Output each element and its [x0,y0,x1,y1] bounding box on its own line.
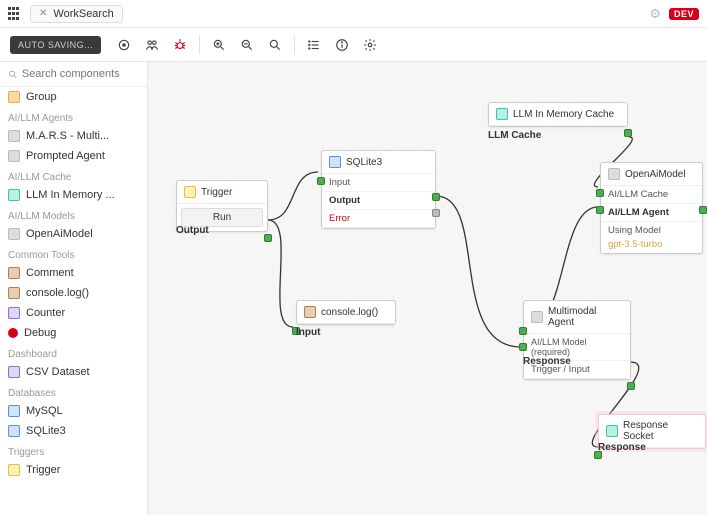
port-agent[interactable] [596,206,604,214]
node-multimodal[interactable]: Multimodal Agent AI/LLM Model (required)… [523,300,631,380]
close-icon[interactable]: ✕ [39,8,47,19]
console-icon [304,306,316,318]
sidebar-item[interactable]: Comment [0,263,147,283]
apps-icon[interactable] [8,7,22,21]
component-icon [8,425,20,437]
sidebar-group-header: Dashboard [0,343,147,362]
port-output[interactable] [432,193,440,201]
zoom-in-icon[interactable] [206,33,232,57]
port-output[interactable] [699,206,707,214]
sidebar-group-header: Common Tools [0,244,147,263]
sidebar-item[interactable]: Debug [0,323,147,343]
component-icon [8,130,20,142]
tab-worksearch[interactable]: ✕ WorkSearch [30,5,123,23]
component-icon [8,267,20,279]
socket-icon [606,425,618,437]
port-model[interactable] [519,327,527,335]
port-output[interactable] [264,234,272,242]
sidebar-item-label: Trigger [26,464,60,476]
component-icon [8,366,20,378]
sidebar-item[interactable]: Trigger [0,460,147,480]
sidebar-item[interactable]: CSV Dataset [0,362,147,382]
top-bar: ✕ WorkSearch ⚙ DEV [0,0,707,28]
dev-badge: DEV [669,8,699,20]
component-icon [8,150,20,162]
sidebar-item-label: Comment [26,267,74,279]
sidebar-item-label: Group [26,91,57,103]
canvas[interactable]: Trigger Run Output SQLite3 Input Output … [148,62,707,515]
sidebar-item[interactable]: LLM In Memory ... [0,185,147,205]
main: Group AI/LLM Agents M.A.R.S - Multi... Pro… [0,62,707,515]
sidebar-item-label: Prompted Agent [26,150,105,162]
sidebar-item[interactable]: OpenAiModel [0,224,147,244]
tab-label: WorkSearch [53,8,113,20]
node-resp-label: Response [523,356,571,367]
sidebar-item-label: OpenAiModel [26,228,93,240]
sidebar-item-label: LLM In Memory ... [26,189,115,201]
bug-icon[interactable] [167,33,193,57]
agent-icon [531,311,543,323]
sidebar-item-label: MySQL [26,405,63,417]
node-resp-label: Response [598,442,646,453]
sidebar-item[interactable]: Counter [0,303,147,323]
trigger-icon [184,186,196,198]
sidebar-item-label: Counter [26,307,65,319]
port-response[interactable] [627,382,635,390]
node-llm-cache[interactable]: LLM In Memory Cache [488,102,628,127]
component-icon [8,189,20,201]
zoom-out-icon[interactable] [234,33,260,57]
toolbar: AUTO SAVING... [0,28,707,62]
component-icon [8,328,18,338]
list-icon[interactable] [301,33,327,57]
node-sqlite[interactable]: SQLite3 Input Output Error [321,150,436,229]
port-input[interactable] [317,177,325,185]
search-icon [8,69,18,80]
sidebar-item-label: SQLite3 [26,425,66,437]
port-cache[interactable] [596,189,604,197]
component-icon [8,287,20,299]
search-row [0,62,147,87]
node-out-label: LLM Cache [488,130,541,141]
target-icon[interactable] [111,33,137,57]
sidebar: Group AI/LLM Agents M.A.R.S - Multi... Pro… [0,62,148,515]
node-out-label: Output [176,225,209,236]
component-icon [8,464,20,476]
port-trigger-input[interactable] [519,343,527,351]
component-icon [8,228,20,240]
sidebar-item[interactable]: MySQL [0,401,147,421]
people-icon[interactable] [139,33,165,57]
cache-icon [496,108,508,120]
autosave-status: AUTO SAVING... [10,36,101,54]
sidebar-item[interactable]: SQLite3 [0,421,147,441]
sidebar-item-group[interactable]: Group [0,87,147,107]
port-output[interactable] [624,129,632,137]
openai-icon [608,168,620,180]
group-icon [8,91,20,103]
sidebar-group-header: Triggers [0,441,147,460]
node-openai[interactable]: OpenAiModel AI/LLM Cache AI/LLM Agent Us… [600,162,703,254]
settings-icon[interactable] [357,33,383,57]
sidebar-group-header: AI/LLM Models [0,205,147,224]
port-error[interactable] [432,209,440,217]
info-icon[interactable] [329,33,355,57]
sidebar-item-label: CSV Dataset [26,366,90,378]
component-icon [8,405,20,417]
sidebar-group-header: AI/LLM Cache [0,166,147,185]
sidebar-group-header: Databases [0,382,147,401]
sidebar-item[interactable]: Prompted Agent [0,146,147,166]
node-console[interactable]: console.log() [296,300,396,325]
sidebar-item-label: M.A.R.S - Multi... [26,130,109,142]
gear-icon[interactable]: ⚙ [649,6,661,22]
sidebar-item[interactable]: M.A.R.S - Multi... [0,126,147,146]
node-in-label: Input [296,327,320,338]
sidebar-item-label: Debug [24,327,56,339]
sidebar-item-label: console.log() [26,287,89,299]
sqlite-icon [329,156,341,168]
sidebar-item[interactable]: console.log() [0,283,147,303]
sidebar-group-header: AI/LLM Agents [0,107,147,126]
search-input[interactable] [22,68,139,80]
component-icon [8,307,20,319]
zoom-reset-icon[interactable] [262,33,288,57]
